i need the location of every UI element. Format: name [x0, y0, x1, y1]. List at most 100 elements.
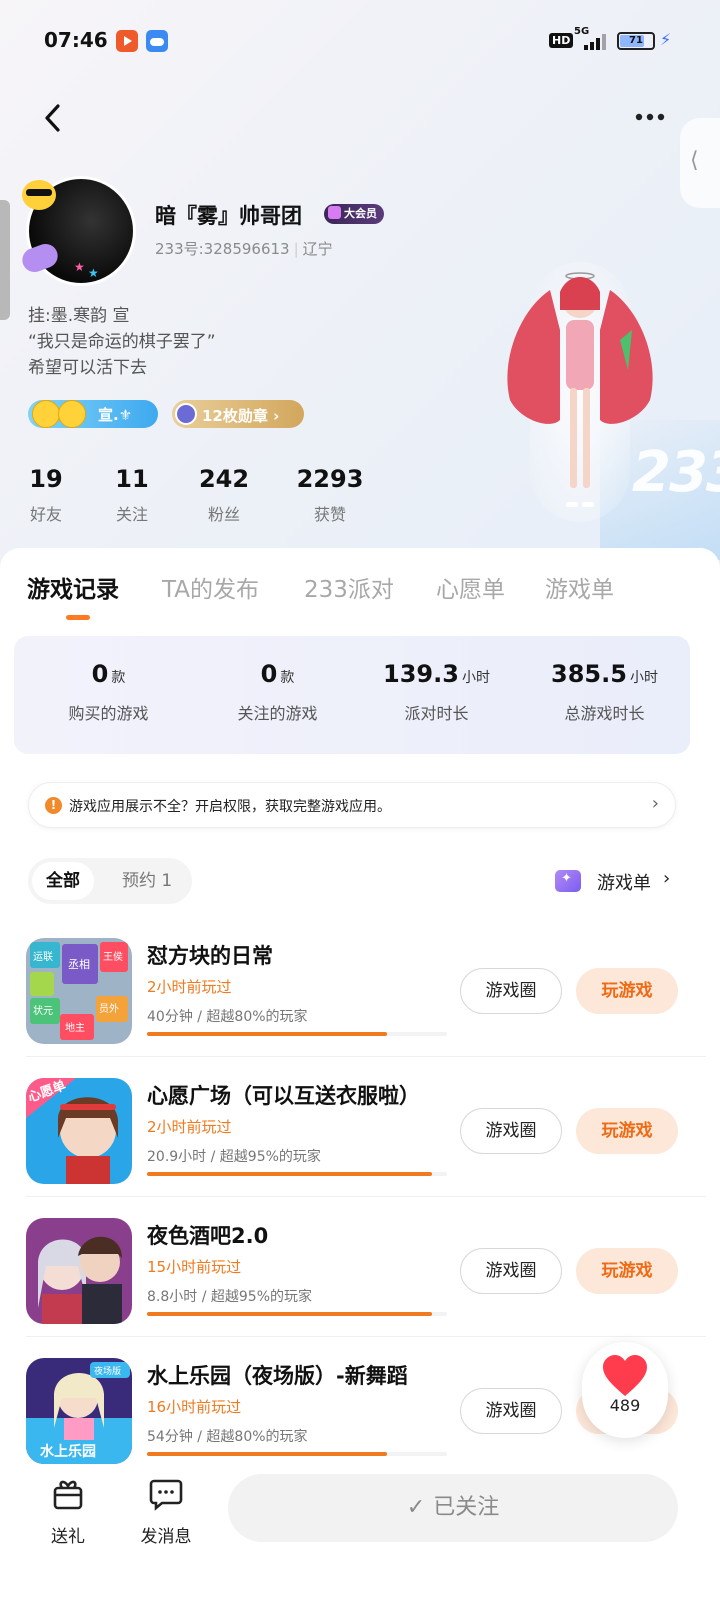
play-progress-bar [147, 1452, 447, 1456]
summary-unit: 款 [111, 670, 126, 686]
medals-button[interactable]: 12枚勋章 › [172, 400, 304, 428]
summary-unit: 款 [280, 670, 295, 686]
tab-game-records[interactable]: 游戏记录 [27, 570, 119, 604]
edge-handle[interactable] [0, 200, 10, 320]
user-region: 辽宁 [302, 240, 333, 258]
game-thumbnail: 心愿单 [26, 1078, 132, 1184]
like-button[interactable]: 489 [582, 1342, 668, 1438]
bottom-action-bar: 送礼 发消息 ✓ 已关注 [0, 1466, 720, 1604]
chevron-right-icon: › [663, 868, 671, 889]
back-button[interactable] [38, 100, 70, 136]
more-dots-icon [635, 113, 665, 121]
gift-label: 送礼 [51, 1527, 85, 1547]
star-icon: ★ [88, 266, 99, 280]
summary-label: 总游戏时长 [564, 704, 645, 723]
summary-purchased[interactable]: 0 款购买的游戏 [24, 660, 193, 724]
play-game-button[interactable]: 玩游戏 [576, 1248, 678, 1294]
tile-label: 员外 [99, 1003, 119, 1015]
stat-likes[interactable]: 2293 获赞 [295, 465, 365, 525]
battery-level: 71 [629, 35, 643, 46]
status-bar: 07:46 HD 5G 71 ⚡ [0, 0, 720, 80]
filter-reserved[interactable]: 预约 1 [108, 862, 186, 900]
group-tag-label: 宣.⚜ [98, 406, 133, 424]
summary-followed[interactable]: 0 款关注的游戏 [193, 660, 362, 724]
avatar[interactable]: ★ ★ [18, 176, 136, 286]
stat-fans[interactable]: 242 粉丝 [196, 465, 252, 525]
summary-unit: 小时 [461, 670, 490, 686]
game-title: 怼方块的日常 [147, 944, 273, 968]
divider [26, 1336, 706, 1337]
play-progress-bar [147, 1032, 447, 1036]
game-circle-button[interactable]: 游戏圈 [460, 1248, 562, 1294]
followed-label: 已关注 [433, 1495, 500, 1520]
game-row[interactable]: 夜色酒吧2.0 15小时前玩过 8.8小时 / 超越95%的玩家 游戏圈 玩游戏 [0, 1218, 720, 1358]
tile-label: 运联 [33, 951, 53, 963]
bio-line: “我只是命运的棋子罢了” [28, 332, 216, 352]
gift-button[interactable]: 送礼 [46, 1476, 90, 1547]
stat-following[interactable]: 11 关注 [112, 465, 152, 525]
permission-notice[interactable]: ! 游戏应用展示不全？开启权限，获取完整游戏应用。 › [28, 782, 676, 828]
game-thumbnail: 运联 丞相 王侯 状元 员外 地主 [26, 938, 132, 1044]
tab-game-lists[interactable]: 游戏单 [545, 570, 614, 604]
user-id: 233号:328596613 [155, 240, 290, 258]
summary-party-time: 139.3 小时派对时长 [352, 660, 521, 724]
star-icon: ★ [74, 260, 85, 274]
game-circle-button[interactable]: 游戏圈 [460, 1388, 562, 1434]
medal-icon [175, 403, 197, 425]
vip-crown-icon [328, 206, 341, 219]
charging-icon: ⚡ [660, 30, 672, 49]
play-game-button[interactable]: 玩游戏 [576, 968, 678, 1014]
message-button[interactable]: 发消息 [136, 1476, 196, 1547]
tile-label: 地主 [65, 1021, 85, 1034]
notice-text: 游戏应用展示不全？开启权限，获取完整游戏应用。 [69, 799, 391, 815]
tab-posts[interactable]: TA的发布 [162, 570, 259, 604]
status-time: 07:46 [44, 28, 108, 52]
summary-label: 派对时长 [404, 704, 469, 723]
summary-value: 139.3 [383, 660, 459, 688]
stat-label: 粉丝 [207, 505, 240, 524]
more-options-button[interactable] [630, 105, 670, 129]
last-played: 2小时前玩过 [147, 978, 232, 996]
filter-all[interactable]: 全部 [32, 862, 94, 900]
active-tab-indicator [66, 615, 90, 620]
video-app-icon [116, 30, 138, 52]
play-game-button[interactable]: 玩游戏 [576, 1108, 678, 1154]
stat-label: 关注 [115, 505, 148, 524]
vip-badge[interactable]: 大会员 [324, 204, 384, 224]
group-tag[interactable]: 宣.⚜ [28, 400, 158, 428]
tile-label: 夜场版 [94, 1365, 121, 1377]
play-stats: 54分钟 / 超越80%的玩家 [147, 1429, 308, 1445]
progress-fill [147, 1032, 387, 1036]
chevron-left-icon [45, 104, 60, 132]
game-circle-button[interactable]: 游戏圈 [460, 1108, 562, 1154]
side-drawer-tab[interactable]: ⟨ [680, 118, 720, 208]
weather-app-icon [146, 30, 168, 52]
emoji-faces-icon [30, 398, 88, 430]
last-played: 2小时前玩过 [147, 1118, 232, 1136]
stat-label: 好友 [29, 505, 62, 524]
play-stats: 40分钟 / 超越80%的玩家 [147, 1009, 308, 1025]
progress-fill [147, 1312, 432, 1316]
game-title: 夜色酒吧2.0 [147, 1224, 269, 1248]
summary-value: 0 [91, 660, 109, 688]
tile-label: 水上乐园 [40, 1443, 96, 1460]
stat-value: 11 [115, 465, 149, 493]
game-row[interactable]: 心愿单 心愿广场（可以互送衣服啦） 2小时前玩过 20.9小时 / 超越95%的… [0, 1078, 720, 1218]
tab-party[interactable]: 233派对 [304, 570, 394, 604]
game-thumbnail: 夜场版 水上乐园 [26, 1358, 132, 1464]
divider [26, 1056, 706, 1057]
game-row[interactable]: 运联 丞相 王侯 状元 员外 地主 怼方块的日常 2小时前玩过 40分钟 / 超… [0, 938, 720, 1078]
followed-button[interactable]: ✓ 已关注 [228, 1474, 678, 1542]
profile-bio: 挂:墨.寒韵 宣 “我只是命运的棋子罢了” 希望可以活下去 [28, 303, 216, 381]
game-summary-card: 0 款购买的游戏 0 款关注的游戏 139.3 小时 派对时长 385.5 小时 总游戏时长 [14, 636, 690, 754]
game-circle-button[interactable]: 游戏圈 [460, 968, 562, 1014]
tab-wishlist[interactable]: 心愿单 [436, 570, 505, 604]
tile-label: 王侯 [103, 950, 123, 963]
divider [26, 1196, 706, 1197]
game-title: 水上乐园（夜场版）-新舞蹈 [147, 1364, 408, 1388]
signal-icon [584, 34, 606, 50]
stat-value: 242 [198, 465, 250, 493]
summary-value: 0 [260, 660, 278, 688]
chevron-right-icon: › [651, 793, 659, 814]
stat-friends[interactable]: 19 好友 [26, 465, 66, 525]
